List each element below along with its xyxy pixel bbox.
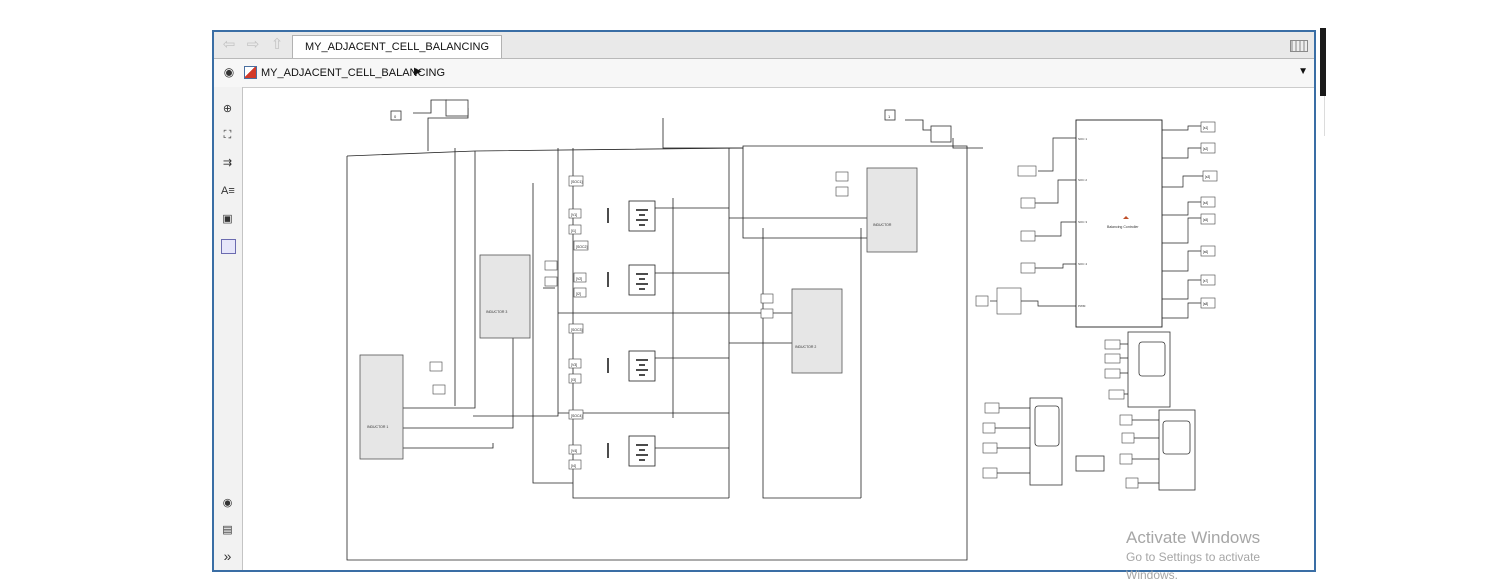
back-icon[interactable]: ⇦ [220,36,238,54]
up-icon[interactable]: ⇧ [268,36,286,54]
palette-toolbar: ⊕ ⛶ ⇉ A≡ ▣ ◉ ▤ » [214,87,243,570]
keyboard-icon[interactable] [1290,40,1308,52]
controller-input-2: SOC 2 [1078,178,1087,182]
voltage-tag-4: [V4] [571,449,577,453]
inductor-label-2: INDUCTOR 2 [795,345,816,349]
model-diagram: 0 1 INDUCTOR 1 INDUCTOR 3 INDUCTOR INDUC… [346,99,1218,561]
address-bar: ◉ MY_ADJACENT_CELL_BALANCING ▶ ▼ [214,59,1314,88]
activation-watermark: Activate Windows Go to Settings to activ… [1126,528,1314,584]
controller-label: Balancing Controller [1107,225,1139,229]
inductor-label-3: INDUCTOR 3 [486,310,507,314]
more-icon[interactable]: » [221,549,234,563]
voltage-tag-3: [V3] [571,363,577,367]
annotation-icon[interactable]: A≡ [221,185,235,198]
report-icon[interactable]: ▤ [221,524,234,537]
model-canvas[interactable]: 0 1 INDUCTOR 1 INDUCTOR 3 INDUCTOR INDUC… [243,87,1314,582]
fit-view-icon[interactable]: ⛶ [221,129,234,142]
soc-tag-4: [SOC4] [571,414,583,418]
soc-tag-2: [SOC2] [576,245,588,249]
activation-subtitle: Go to Settings to activate Windows. [1126,550,1261,582]
controller-output-2: [s2] [1203,147,1208,151]
soc-tag-3: [SOC3] [571,328,583,332]
controller-output-7: [s7] [1203,279,1208,283]
zoom-icon[interactable]: ⊕ [221,103,234,116]
current-tag-1: [I1] [571,229,576,233]
current-tag-4: [I4] [571,464,576,468]
controller-output-8: [s8] [1203,302,1208,306]
current-tag-3: [I3] [571,378,576,382]
voltage-tag-1: [V1] [571,213,577,217]
current-tag-2: [I2] [576,292,581,296]
forward-icon[interactable]: ⇨ [244,36,262,54]
background-window-edge [1320,28,1326,96]
inductor-label-0: INDUCTOR [873,223,892,227]
controller-input-4: SOC 4 [1078,262,1087,266]
controller-input-1: SOC 1 [1078,137,1087,141]
controller-output-1: [s1] [1203,126,1208,130]
activation-title: Activate Windows [1126,528,1261,547]
address-dropdown-icon[interactable]: ▼ [1298,66,1308,77]
soc-tag-1: [SOC1] [571,180,583,184]
breadcrumb-arrow-icon[interactable]: ▶ [414,66,422,77]
controller-output-4: [s4] [1203,201,1208,205]
controller-output-3: [s3] [1205,175,1210,179]
signal-arrow-icon[interactable]: ⇉ [221,157,234,170]
controller-output-5: [s5] [1203,218,1208,222]
controller-input-5: PWM [1078,304,1086,308]
image-icon[interactable]: ▣ [221,213,234,226]
tab-model[interactable]: MY_ADJACENT_CELL_BALANCING [292,35,503,58]
controller-output-6: [s6] [1203,250,1208,254]
background-window-border [1324,96,1325,136]
balancing-controller[interactable] [1075,119,1163,328]
hide-explorer-icon[interactable]: ◉ [222,65,236,79]
controller-input-3: SOC 3 [1078,220,1087,224]
model-icon [244,66,257,79]
tab-bar: ⇦ ⇨ ⇧ MY_ADJACENT_CELL_BALANCING [214,32,1314,59]
simulink-window: ⇦ ⇨ ⇧ MY_ADJACENT_CELL_BALANCING ◉ MY_AD… [212,30,1316,582]
area-icon[interactable] [221,239,236,254]
inductor-label-1: INDUCTOR 1 [367,425,388,429]
voltage-tag-2: [V2] [576,277,582,281]
camera-icon[interactable]: ◉ [221,497,234,510]
